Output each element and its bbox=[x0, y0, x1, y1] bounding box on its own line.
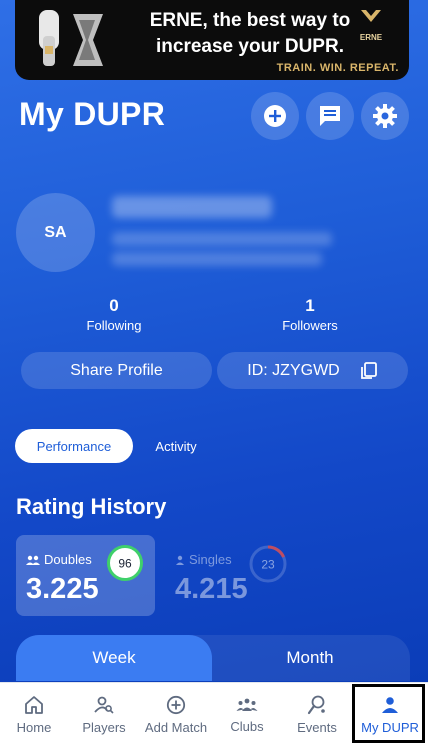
copy-id-button[interactable]: ID: JZYGWD bbox=[217, 352, 408, 389]
settings-button[interactable] bbox=[361, 92, 409, 140]
doubles-icon bbox=[26, 555, 40, 565]
month-button[interactable]: Month bbox=[212, 635, 408, 681]
add-icon bbox=[264, 105, 286, 127]
messages-button[interactable] bbox=[306, 92, 354, 140]
rating-history-title: Rating History bbox=[16, 494, 167, 519]
avatar[interactable]: SA bbox=[16, 193, 95, 272]
singles-reliability-ring: 23 bbox=[249, 545, 287, 583]
tab-performance[interactable]: Performance bbox=[15, 429, 133, 463]
chat-icon bbox=[320, 106, 340, 126]
doubles-rating-value: 3.225 bbox=[26, 573, 99, 605]
nav-clubs[interactable]: Clubs bbox=[212, 683, 282, 745]
doubles-reliability-score: 96 bbox=[118, 557, 132, 571]
nav-players[interactable]: Players bbox=[68, 683, 140, 745]
redacted-name bbox=[112, 196, 272, 218]
following-stat[interactable]: 0 Following bbox=[54, 296, 174, 333]
doubles-reliability-ring: 96 bbox=[107, 545, 143, 581]
home-icon bbox=[25, 695, 43, 714]
nav-add-match[interactable]: Add Match bbox=[140, 683, 212, 745]
week-button[interactable]: Week bbox=[16, 635, 212, 681]
singles-reliability-score: 23 bbox=[261, 558, 275, 572]
add-button[interactable] bbox=[251, 92, 299, 140]
ad-tagline: TRAIN. WIN. REPEAT. bbox=[276, 62, 399, 74]
nav-events[interactable]: Events bbox=[282, 683, 352, 745]
followers-stat[interactable]: 1 Followers bbox=[250, 296, 370, 333]
active-tab-highlight bbox=[352, 684, 425, 743]
ad-headline: ERNE, the best way to increase your DUPR… bbox=[149, 10, 351, 57]
paddle-product-image bbox=[39, 10, 103, 66]
singles-rating-value: 4.215 bbox=[175, 573, 248, 605]
redacted-info-line bbox=[112, 252, 322, 266]
page-title: My DUPR bbox=[19, 96, 166, 132]
singles-rating-card[interactable]: Singles 4.215 23 bbox=[165, 535, 304, 616]
add-match-icon bbox=[166, 695, 186, 714]
erne-logo: ERNE bbox=[351, 8, 391, 48]
redacted-info-line bbox=[112, 232, 332, 246]
profile-screen: ERNE, the best way to increase your DUPR… bbox=[0, 0, 428, 682]
doubles-rating-card[interactable]: Doubles 3.225 96 bbox=[16, 535, 155, 616]
players-icon bbox=[94, 696, 114, 714]
ad-banner[interactable]: ERNE, the best way to increase your DUPR… bbox=[15, 0, 409, 80]
events-icon bbox=[307, 695, 325, 714]
player-id: ID: JZYGWD bbox=[247, 361, 340, 379]
copy-icon bbox=[360, 361, 377, 379]
nav-home[interactable]: Home bbox=[0, 683, 68, 745]
singles-icon bbox=[176, 555, 184, 565]
tab-activity[interactable]: Activity bbox=[140, 429, 212, 463]
share-profile-button[interactable]: Share Profile bbox=[21, 352, 212, 389]
settings-icon bbox=[373, 104, 397, 128]
clubs-icon bbox=[236, 698, 258, 711]
